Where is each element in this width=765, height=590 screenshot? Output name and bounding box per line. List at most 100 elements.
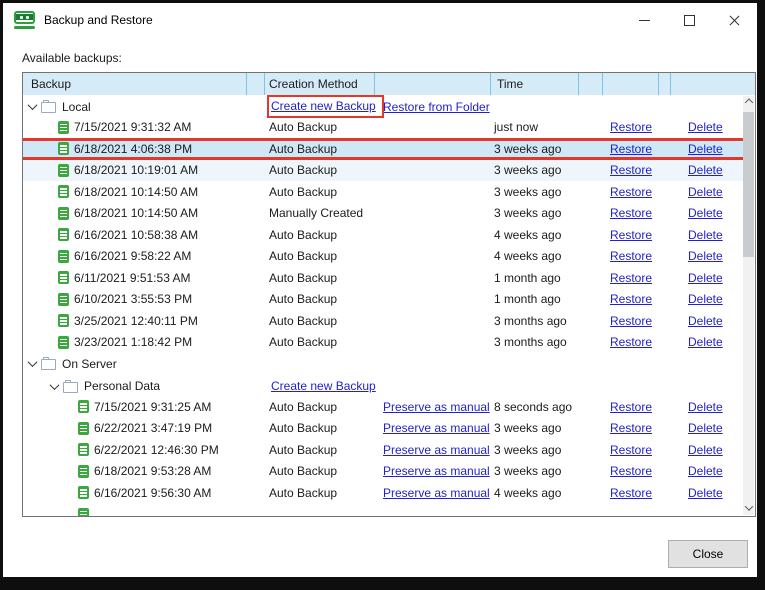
creation-method-value: Auto Backup xyxy=(269,249,338,264)
backup-row[interactable]: 6/16/2021 9:56:30 AM Auto Backup Preserv… xyxy=(23,482,743,504)
delete-link[interactable]: Delete xyxy=(688,335,723,349)
backup-file-icon xyxy=(58,314,69,328)
minimize-button[interactable] xyxy=(622,3,667,37)
title-bar: Backup and Restore xyxy=(3,3,757,37)
backup-row[interactable]: 6/18/2021 10:14:50 AM Manually Created 3… xyxy=(23,203,743,225)
delete-link[interactable]: Delete xyxy=(688,292,723,306)
action-link[interactable]: Preserve as manual xyxy=(383,400,490,414)
header-spacer-5[interactable] xyxy=(659,73,671,95)
creation-method-value: Manually Created xyxy=(269,206,364,221)
backup-row[interactable] xyxy=(23,504,743,516)
maximize-button[interactable] xyxy=(667,3,712,37)
creation-method-value: Auto Backup xyxy=(269,227,338,242)
delete-link[interactable]: Delete xyxy=(688,421,723,435)
create-new-backup-link[interactable]: Create new Backup xyxy=(271,379,376,393)
restore-link[interactable]: Restore xyxy=(610,486,652,500)
scroll-up-button[interactable] xyxy=(743,96,754,111)
row-label: 3/23/2021 1:18:42 PM xyxy=(74,335,193,350)
delete-link[interactable]: Delete xyxy=(688,249,723,263)
creation-method-value: Auto Backup xyxy=(269,399,338,414)
create-new-backup-link[interactable]: Create new Backup xyxy=(271,99,376,113)
delete-link[interactable]: Delete xyxy=(688,271,723,285)
backup-row[interactable]: 6/18/2021 10:14:50 AM Auto Backup 3 week… xyxy=(23,181,743,203)
backup-row[interactable]: 6/18/2021 4:06:38 PM Auto Backup 3 weeks… xyxy=(23,137,743,160)
delete-link[interactable]: Delete xyxy=(688,314,723,328)
vertical-scrollbar[interactable] xyxy=(743,96,754,515)
header-time[interactable]: Time xyxy=(491,73,579,95)
restore-link[interactable]: Restore xyxy=(610,421,652,435)
backup-file-icon xyxy=(58,185,69,199)
restore-link[interactable]: Restore xyxy=(610,120,652,134)
delete-link[interactable]: Delete xyxy=(688,163,723,177)
row-label: 3/25/2021 12:40:11 PM xyxy=(74,313,198,328)
row-label: On Server xyxy=(62,356,117,371)
delete-link[interactable]: Delete xyxy=(688,400,723,414)
restore-link[interactable]: Restore xyxy=(610,314,652,328)
header-spacer-6[interactable] xyxy=(671,73,755,95)
delete-link[interactable]: Delete xyxy=(688,120,723,134)
folder-row[interactable]: Personal Data Create new Backup xyxy=(23,375,743,397)
action-link[interactable]: Preserve as manual xyxy=(383,464,490,478)
chevron-up-icon xyxy=(744,97,753,107)
restore-link[interactable]: Restore xyxy=(610,185,652,199)
row-label: 6/11/2021 9:51:53 AM xyxy=(74,270,191,285)
backup-file-icon xyxy=(58,142,69,156)
chevron-expand-icon[interactable] xyxy=(48,379,60,390)
delete-link[interactable]: Delete xyxy=(688,486,723,500)
delete-link[interactable]: Delete xyxy=(688,464,723,478)
header-backup[interactable]: Backup xyxy=(23,73,247,95)
row-label: 6/18/2021 10:14:50 AM xyxy=(74,184,199,199)
restore-link[interactable]: Restore xyxy=(610,163,652,177)
backup-row[interactable]: 6/16/2021 9:58:22 AM Auto Backup 4 weeks… xyxy=(23,246,743,268)
delete-link[interactable]: Delete xyxy=(688,185,723,199)
chevron-expand-icon[interactable] xyxy=(26,357,38,368)
time-ago-value: 3 months ago xyxy=(494,335,567,350)
folder-row[interactable]: On Server xyxy=(23,353,743,375)
action-link[interactable]: Preserve as manual xyxy=(383,421,490,435)
creation-method-value: Auto Backup xyxy=(269,335,338,350)
delete-link[interactable]: Delete xyxy=(688,228,723,242)
restore-link[interactable]: Restore xyxy=(610,335,652,349)
delete-link[interactable]: Delete xyxy=(688,443,723,457)
scrollbar-thumb[interactable] xyxy=(743,112,754,257)
header-spacer-1[interactable] xyxy=(247,73,265,95)
restore-link[interactable]: Restore xyxy=(610,142,652,156)
backup-row[interactable]: 3/25/2021 12:40:11 PM Auto Backup 3 mont… xyxy=(23,310,743,332)
header-spacer-2[interactable] xyxy=(375,73,491,95)
backup-row[interactable]: 6/22/2021 12:46:30 PM Auto Backup Preser… xyxy=(23,439,743,461)
backup-row[interactable]: 6/18/2021 10:19:01 AM Auto Backup 3 week… xyxy=(23,159,743,181)
action-link[interactable]: Preserve as manual xyxy=(383,486,490,500)
restore-link[interactable]: Restore xyxy=(610,271,652,285)
header-spacer-4[interactable] xyxy=(603,73,659,95)
action-link[interactable]: Restore from Folder xyxy=(383,100,490,114)
restore-link[interactable]: Restore xyxy=(610,249,652,263)
backup-row[interactable]: 6/11/2021 9:51:53 AM Auto Backup 1 month… xyxy=(23,267,743,289)
backup-row[interactable]: 7/15/2021 9:31:32 AM Auto Backup just no… xyxy=(23,117,743,139)
time-ago-value: 1 month ago xyxy=(494,292,561,307)
restore-link[interactable]: Restore xyxy=(610,206,652,220)
chevron-expand-icon[interactable] xyxy=(26,100,38,111)
close-window-button[interactable] xyxy=(712,3,757,37)
backup-row[interactable]: 6/10/2021 3:55:53 PM Auto Backup 1 month… xyxy=(23,289,743,311)
rows-container: Local Create new Backup Restore from Fol… xyxy=(23,95,743,516)
header-spacer-3[interactable] xyxy=(579,73,603,95)
delete-link[interactable]: Delete xyxy=(688,206,723,220)
backup-file-icon xyxy=(58,292,69,306)
restore-link[interactable]: Restore xyxy=(610,464,652,478)
folder-row[interactable]: Local Create new Backup Restore from Fol… xyxy=(23,95,743,118)
close-button[interactable]: Close xyxy=(668,540,748,568)
scroll-down-button[interactable] xyxy=(743,500,754,515)
restore-link[interactable]: Restore xyxy=(610,443,652,457)
backup-row[interactable]: 6/18/2021 9:53:28 AM Auto Backup Preserv… xyxy=(23,461,743,483)
header-creation-method[interactable]: Creation Method xyxy=(265,73,375,95)
action-link[interactable]: Preserve as manual xyxy=(383,443,490,457)
backup-row[interactable]: 7/15/2021 9:31:25 AM Auto Backup Preserv… xyxy=(23,396,743,418)
backup-row[interactable]: 6/16/2021 10:58:38 AM Auto Backup 4 week… xyxy=(23,224,743,246)
backup-row[interactable]: 3/23/2021 1:18:42 PM Auto Backup 3 month… xyxy=(23,332,743,354)
restore-link[interactable]: Restore xyxy=(610,400,652,414)
delete-link[interactable]: Delete xyxy=(688,142,723,156)
restore-link[interactable]: Restore xyxy=(610,228,652,242)
backup-file-icon xyxy=(58,271,69,285)
restore-link[interactable]: Restore xyxy=(610,292,652,306)
backup-row[interactable]: 6/22/2021 3:47:19 PM Auto Backup Preserv… xyxy=(23,418,743,440)
